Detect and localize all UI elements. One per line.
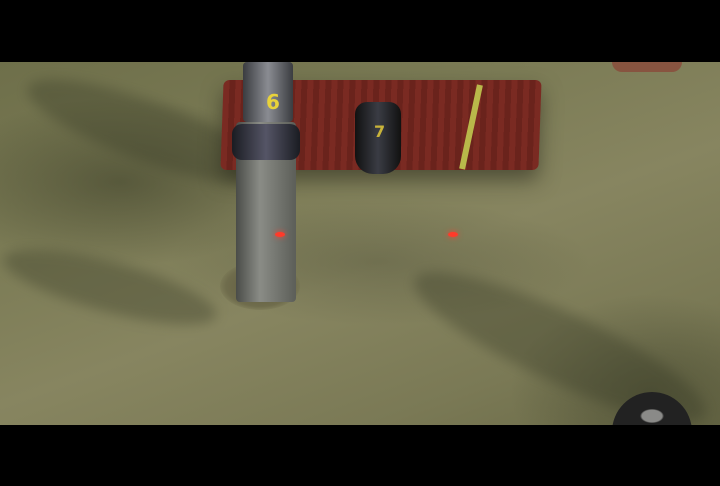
push-core-cap	[232, 124, 300, 160]
laser-dot	[275, 232, 285, 237]
core-number-6: 6	[266, 90, 280, 114]
seafloor-scene: 7 6	[0, 62, 720, 425]
core-number-7: 7	[374, 122, 386, 141]
video-frame: 7 6	[0, 0, 720, 486]
laser-dot	[448, 232, 458, 237]
coral	[612, 62, 682, 72]
sediment-shadow	[0, 234, 223, 340]
